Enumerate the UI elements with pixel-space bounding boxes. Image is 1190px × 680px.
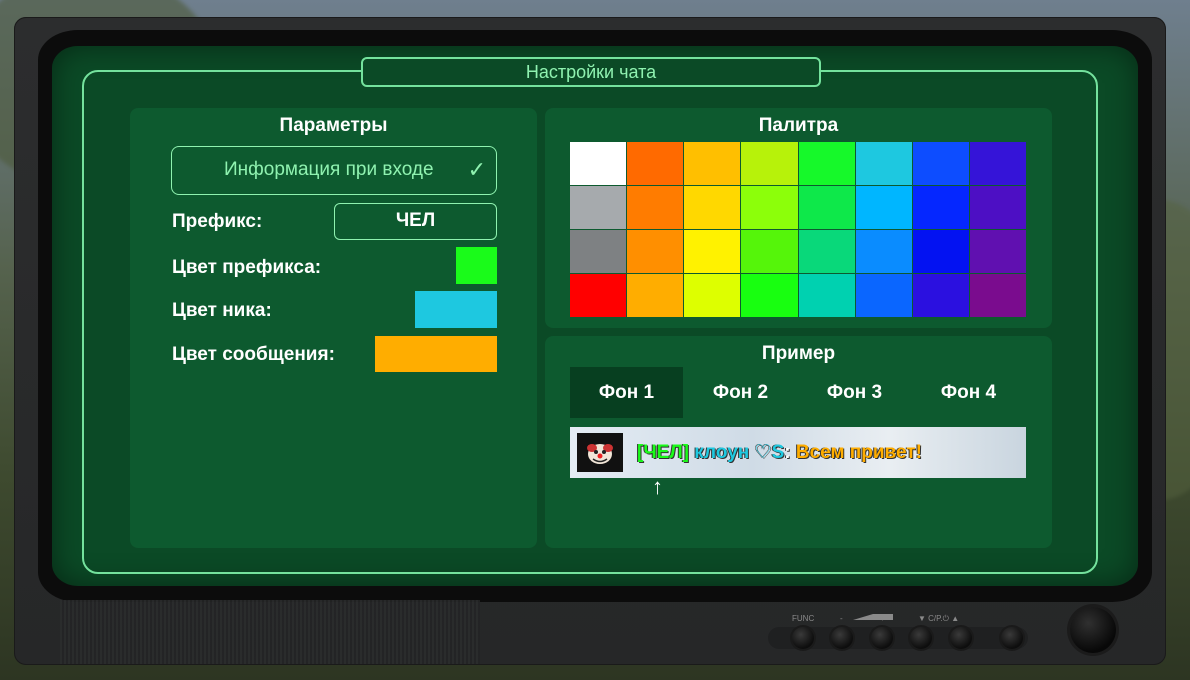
- nick-color-label: Цвет ника:: [172, 300, 272, 321]
- preview-prefix: [ЧЕЛ]: [637, 442, 690, 463]
- message-color-label: Цвет сообщения:: [172, 344, 335, 365]
- palette-color-cell[interactable]: [627, 230, 684, 273]
- palette-color-cell[interactable]: [855, 186, 912, 229]
- palette-color-cell[interactable]: [855, 274, 912, 317]
- login-info-toggle[interactable]: Информация при входе ✓: [171, 146, 497, 195]
- volume-down-button[interactable]: [831, 627, 853, 649]
- palette-color-cell[interactable]: [741, 230, 798, 273]
- prefix-label: Префикс:: [172, 211, 263, 232]
- palette-color-cell[interactable]: [741, 274, 798, 317]
- palette-grid: [570, 142, 1026, 317]
- palette-color-cell[interactable]: [570, 274, 627, 317]
- speaker-grille: [60, 600, 480, 664]
- preview-message-line: [ЧЕЛ] клоун ♡S: Всем привет!: [637, 427, 922, 478]
- func-label: FUNC: [792, 614, 815, 623]
- preview-message: Всем привет!: [795, 442, 922, 463]
- aux-button[interactable]: [1001, 627, 1023, 649]
- palette-color-cell[interactable]: [969, 274, 1026, 317]
- prefix-color-label: Цвет префикса:: [172, 257, 322, 278]
- palette-color-cell[interactable]: [627, 142, 684, 185]
- tab-bg-2[interactable]: Фон 2: [684, 367, 797, 418]
- message-color-swatch[interactable]: [375, 336, 497, 372]
- palette-color-cell[interactable]: [684, 186, 741, 229]
- palette-color-cell[interactable]: [798, 230, 855, 273]
- palette-color-cell[interactable]: [912, 142, 969, 185]
- login-info-label: Информация при входе: [224, 159, 434, 180]
- palette-color-cell[interactable]: [798, 274, 855, 317]
- clown-avatar-icon: [587, 443, 613, 464]
- palette-color-cell[interactable]: [855, 142, 912, 185]
- palette-color-cell[interactable]: [798, 142, 855, 185]
- tab-bg-1[interactable]: Фон 1: [570, 367, 683, 418]
- volume-up-button[interactable]: [871, 627, 893, 649]
- palette-color-cell[interactable]: [741, 142, 798, 185]
- palette-color-cell[interactable]: [570, 186, 627, 229]
- palette-color-cell[interactable]: [969, 186, 1026, 229]
- avatar: [577, 433, 623, 472]
- palette-color-cell[interactable]: [969, 142, 1026, 185]
- channel-up-button[interactable]: [950, 627, 972, 649]
- preview-separator: :: [784, 442, 791, 463]
- chat-preview: [ЧЕЛ] клоун ♡S: Всем привет!: [570, 427, 1026, 478]
- power-button[interactable]: [1070, 607, 1116, 653]
- example-title: Пример: [761, 343, 836, 364]
- plus-label: +: [880, 614, 885, 623]
- palette-color-cell[interactable]: [684, 142, 741, 185]
- cp-label: ▼ C/P.⏻ ▲: [918, 614, 960, 623]
- checkmark-icon: ✓: [467, 157, 486, 182]
- palette-color-cell[interactable]: [912, 230, 969, 273]
- preview-nick: клоун ♡S: [694, 442, 785, 463]
- palette-color-cell[interactable]: [570, 142, 627, 185]
- palette-color-cell[interactable]: [684, 230, 741, 273]
- nick-color-swatch[interactable]: [415, 291, 497, 328]
- palette-color-cell[interactable]: [627, 274, 684, 317]
- params-title: Параметры: [279, 115, 388, 136]
- palette-color-cell[interactable]: [912, 186, 969, 229]
- minus-label: -: [840, 614, 843, 623]
- palette-color-cell[interactable]: [855, 230, 912, 273]
- palette-color-cell[interactable]: [912, 274, 969, 317]
- palette-color-cell[interactable]: [627, 186, 684, 229]
- palette-color-cell[interactable]: [798, 186, 855, 229]
- func-button[interactable]: [792, 627, 814, 649]
- tab-bg-3[interactable]: Фон 3: [798, 367, 911, 418]
- prefix-color-swatch[interactable]: [456, 247, 497, 284]
- prefix-input[interactable]: ЧЕЛ: [334, 203, 497, 240]
- palette-title: Палитра: [758, 115, 839, 136]
- palette-color-cell[interactable]: [741, 186, 798, 229]
- volume-ramp-icon: [853, 614, 893, 620]
- tab-bg-4[interactable]: Фон 4: [912, 367, 1025, 418]
- palette-color-cell[interactable]: [969, 230, 1026, 273]
- window-title: Настройки чата: [361, 57, 821, 87]
- channel-down-button[interactable]: [910, 627, 932, 649]
- palette-color-cell[interactable]: [570, 230, 627, 273]
- palette-color-cell[interactable]: [684, 274, 741, 317]
- arrow-up-icon: ↑: [652, 474, 663, 499]
